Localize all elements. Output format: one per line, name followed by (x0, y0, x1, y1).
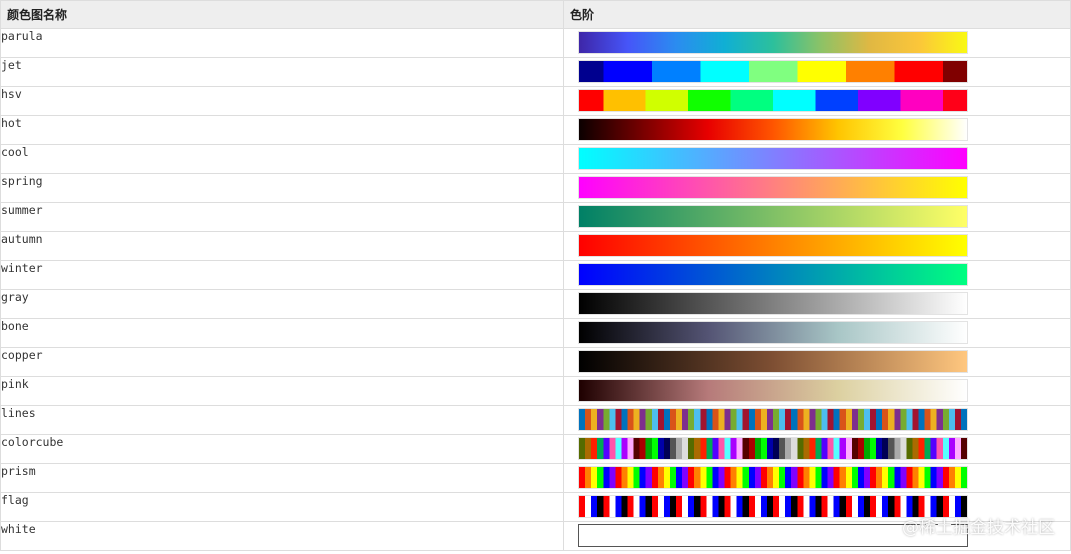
colorscale-cell (563, 260, 1071, 290)
colorscale-bar-hsv (578, 89, 968, 112)
colorscale-cell (563, 405, 1071, 435)
colorscale-bar-pink (578, 379, 968, 402)
table-row: bone (0, 318, 1071, 348)
column-header-name: 颜色图名称 (0, 0, 564, 29)
colormap-name: pink (0, 376, 564, 406)
colorscale-cell (563, 115, 1071, 145)
colormap-name: gray (0, 289, 564, 319)
table-row: summer (0, 202, 1071, 232)
table-row: parula (0, 28, 1071, 58)
colorscale-bar-jet (578, 60, 968, 83)
table-row: winter (0, 260, 1071, 290)
colormap-name: copper (0, 347, 564, 377)
colorscale-bar-bone (578, 321, 968, 344)
table-row: pink (0, 376, 1071, 406)
colormap-name: white (0, 521, 564, 551)
table-row: autumn (0, 231, 1071, 261)
colorscale-cell (563, 318, 1071, 348)
table-row: gray (0, 289, 1071, 319)
table-row: colorcube (0, 434, 1071, 464)
colormap-name: jet (0, 57, 564, 87)
colorscale-bar-parula (578, 31, 968, 54)
table-header-row: 颜色图名称 色阶 (0, 0, 1071, 29)
table-row: hsv (0, 86, 1071, 116)
colormap-name: autumn (0, 231, 564, 261)
colorscale-bar-summer (578, 205, 968, 228)
colorscale-bar-gray (578, 292, 968, 315)
table-row: spring (0, 173, 1071, 203)
table-row: jet (0, 57, 1071, 87)
colorscale-bar-copper (578, 350, 968, 373)
colormap-name: lines (0, 405, 564, 435)
colorscale-cell (563, 28, 1071, 58)
colormap-name: winter (0, 260, 564, 290)
table-row: prism (0, 463, 1071, 493)
colorscale-cell (563, 144, 1071, 174)
watermark-text: @稀土掘金技术社区 (902, 518, 1055, 538)
table-row: copper (0, 347, 1071, 377)
colormap-table: 颜色图名称 色阶 parula jet hsv hot cool spring summer… (0, 0, 1071, 551)
colorscale-cell (563, 347, 1071, 377)
column-header-colorscale: 色阶 (563, 0, 1071, 29)
colorscale-cell (563, 57, 1071, 87)
table-row: lines (0, 405, 1071, 435)
table-row: cool (0, 144, 1071, 174)
colormap-name: bone (0, 318, 564, 348)
colorscale-bar-colorcube (578, 437, 968, 460)
colorscale-bar-hot (578, 118, 968, 141)
table-row: hot (0, 115, 1071, 145)
colormap-name: prism (0, 463, 564, 493)
colorscale-bar-cool (578, 147, 968, 170)
colorscale-cell (563, 202, 1071, 232)
colorscale-bar-winter (578, 263, 968, 286)
colorscale-cell (563, 173, 1071, 203)
colorscale-cell (563, 231, 1071, 261)
colorscale-cell (563, 86, 1071, 116)
colormap-name: cool (0, 144, 564, 174)
colormap-name: summer (0, 202, 564, 232)
colorscale-cell (563, 434, 1071, 464)
colormap-name: parula (0, 28, 564, 58)
colorscale-cell (563, 376, 1071, 406)
colorscale-cell (563, 289, 1071, 319)
colorscale-bar-prism (578, 466, 968, 489)
colormap-name: hsv (0, 86, 564, 116)
colorscale-bar-spring (578, 176, 968, 199)
colormap-name: colorcube (0, 434, 564, 464)
colormap-name: spring (0, 173, 564, 203)
colorscale-cell (563, 463, 1071, 493)
table-body: parula jet hsv hot cool spring summer autumn win… (0, 28, 1071, 551)
colorscale-bar-lines (578, 408, 968, 431)
colorscale-bar-autumn (578, 234, 968, 257)
colormap-name: flag (0, 492, 564, 522)
colormap-name: hot (0, 115, 564, 145)
